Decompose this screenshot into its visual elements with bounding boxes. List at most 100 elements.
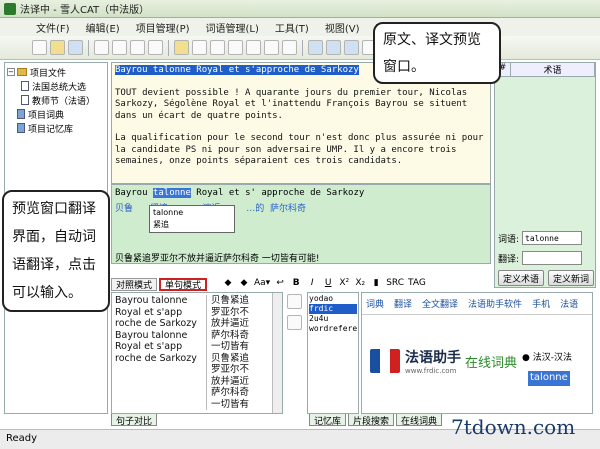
- dict-nav-link[interactable]: 法语助手软件: [468, 297, 522, 310]
- layout-icon[interactable]: [228, 40, 243, 55]
- tag-icon[interactable]: TAG: [408, 278, 426, 291]
- menu-edit[interactable]: 编辑(E): [80, 20, 126, 35]
- define-new-word-button[interactable]: 定义新词: [548, 270, 594, 286]
- delete-icon[interactable]: [148, 40, 163, 55]
- tree-item-project-dictionary[interactable]: 项目词典: [7, 107, 105, 121]
- single-mode-button[interactable]: 单句模式: [159, 277, 208, 291]
- folder-icon[interactable]: [174, 40, 189, 55]
- suggestion-item[interactable]: talonne: [153, 207, 231, 219]
- target-sentence[interactable]: 贝鲁紧追罗亚尔不放并逼近萨尔科奇一切皆有: [211, 295, 250, 353]
- dict-nav-link[interactable]: 手机: [532, 297, 550, 310]
- arrow-left-icon[interactable]: ◆: [222, 278, 234, 291]
- vertical-scrollbar[interactable]: [272, 293, 282, 413]
- format-toolbar: ◆ ◆ Aa▾ ↩ B I U X² X₂ ▮ SRC TAG: [222, 277, 500, 291]
- view-list-icon[interactable]: [344, 40, 359, 55]
- term-label: 词语:: [498, 234, 520, 245]
- translation-result[interactable]: 贝鲁紧追罗亚尔不放并逼近萨尔科奇 一切皆有可能!: [115, 251, 319, 263]
- title-bar: 法译中 - 雪人CAT（中法版）: [0, 0, 600, 18]
- dict-online-title: 在线词典: [465, 355, 518, 371]
- dict-nav-link[interactable]: 法语: [560, 297, 578, 310]
- tree-item-doc[interactable]: 教师节（法语）: [7, 93, 105, 107]
- suggestion-dropdown[interactable]: talonne 紧追: [149, 205, 235, 233]
- undo-icon[interactable]: ↩: [274, 278, 286, 291]
- online-dictionary-pane: 词典 翻译 全文翻译 法语助手软件 手机 法语 法语助手 www.frdic.c…: [361, 292, 593, 414]
- toolbar-separator: [302, 39, 303, 56]
- settings-icon[interactable]: [287, 315, 302, 330]
- tree-item-project-files[interactable]: − 项目文件: [7, 65, 105, 79]
- dict-nav-link[interactable]: 全文翻译: [422, 297, 458, 310]
- source-sentence[interactable]: Bayrou talonne Royal et s'app roche de S…: [115, 330, 205, 365]
- new-file-icon[interactable]: [32, 40, 47, 55]
- window-icon[interactable]: [246, 40, 261, 55]
- arrange-icon[interactable]: [264, 40, 279, 55]
- tab-fragment-search[interactable]: 片段搜索: [348, 414, 395, 427]
- copy-icon[interactable]: [112, 40, 127, 55]
- source-sentence-column: Bayrou talonne Royal et s'app roche de S…: [115, 295, 205, 364]
- dict-nav-link[interactable]: 词典: [366, 297, 384, 310]
- source-icon[interactable]: SRC: [386, 278, 404, 291]
- tree-item-doc[interactable]: 法国总统大选: [7, 79, 105, 93]
- dict-nav-link[interactable]: 翻译: [394, 297, 412, 310]
- side-icon-column: [285, 292, 305, 414]
- toolbar-separator: [88, 39, 89, 56]
- view-grid-icon[interactable]: [326, 40, 341, 55]
- print-icon[interactable]: [282, 40, 297, 55]
- list-item[interactable]: wordrefere: [309, 324, 357, 334]
- dict-radio[interactable]: ● 法汉-汉法: [522, 350, 572, 363]
- source-words: Bayrou talonne Royal et s' approche de S…: [115, 188, 364, 198]
- menu-project[interactable]: 项目管理(P): [130, 20, 196, 35]
- list-item-selected[interactable]: frdic: [309, 304, 357, 314]
- menu-view[interactable]: 视图(V): [319, 20, 366, 35]
- memory-list: yodao frdic 2u4u wordrefere: [307, 292, 359, 414]
- save-icon[interactable]: [68, 40, 83, 55]
- copy-icon[interactable]: [287, 294, 302, 309]
- underline-icon[interactable]: U: [322, 278, 334, 291]
- superscript-icon[interactable]: X²: [338, 278, 350, 291]
- dict-search-input[interactable]: talonne: [528, 371, 570, 386]
- source-word[interactable]: et s': [229, 188, 256, 198]
- source-word[interactable]: Sarkozy: [326, 188, 364, 198]
- subscript-icon[interactable]: X₂: [354, 278, 366, 291]
- list-item[interactable]: yodao: [309, 294, 357, 304]
- window-title: 法译中 - 雪人CAT（中法版）: [20, 5, 150, 16]
- app-icon: [4, 2, 16, 15]
- term-input[interactable]: [522, 231, 583, 245]
- italic-icon[interactable]: I: [306, 278, 318, 291]
- source-sentence[interactable]: Bayrou talonne Royal et s'app roche de S…: [115, 295, 205, 330]
- folder-icon: [17, 68, 27, 76]
- source-word-selected[interactable]: talonne: [152, 188, 191, 198]
- tab-online-dict[interactable]: 在线词典: [396, 414, 443, 427]
- menu-file[interactable]: 文件(F): [30, 20, 76, 35]
- compare-mode-button[interactable]: 对照模式: [111, 277, 158, 291]
- column-term: 术语: [511, 63, 595, 76]
- text-icon[interactable]: ▮: [370, 278, 382, 291]
- view-split-icon[interactable]: [308, 40, 323, 55]
- tree-item-project-memory[interactable]: 项目记忆库: [7, 121, 105, 135]
- source-word[interactable]: Royal: [196, 188, 223, 198]
- target-sentence[interactable]: 贝鲁紧追罗亚尔不放并逼近萨尔科奇一切皆有: [211, 353, 250, 411]
- bold-icon[interactable]: B: [290, 278, 302, 291]
- dict-brand: 法语助手: [405, 350, 461, 366]
- arrow-right-icon[interactable]: ◆: [238, 278, 250, 291]
- source-word[interactable]: Bayrou: [115, 188, 148, 198]
- font-size-icon[interactable]: Aa▾: [254, 278, 270, 291]
- translation-input[interactable]: [522, 251, 583, 265]
- export-icon[interactable]: [210, 40, 225, 55]
- menu-terms[interactable]: 词语管理(L): [200, 20, 265, 35]
- cut-icon[interactable]: [94, 40, 109, 55]
- paste-icon[interactable]: [130, 40, 145, 55]
- document-icon: [21, 81, 29, 91]
- tab-sentence-compare[interactable]: 句子对比: [111, 414, 158, 427]
- collapse-icon[interactable]: −: [7, 68, 15, 76]
- list-item[interactable]: 2u4u: [309, 314, 357, 324]
- source-word[interactable]: approche de: [261, 188, 321, 198]
- tab-memory[interactable]: 记忆库: [309, 414, 347, 427]
- menu-tools[interactable]: 工具(T): [269, 20, 315, 35]
- define-term-button[interactable]: 定义术语: [498, 270, 544, 286]
- tree-item-label: 法国总统大选: [32, 82, 87, 93]
- tree-item-label: 项目词典: [28, 110, 65, 121]
- sentence-compare-pane[interactable]: Bayrou talonne Royal et s'app roche de S…: [111, 292, 283, 414]
- import-icon[interactable]: [192, 40, 207, 55]
- suggestion-item[interactable]: 紧追: [153, 219, 231, 231]
- open-folder-icon[interactable]: [50, 40, 65, 55]
